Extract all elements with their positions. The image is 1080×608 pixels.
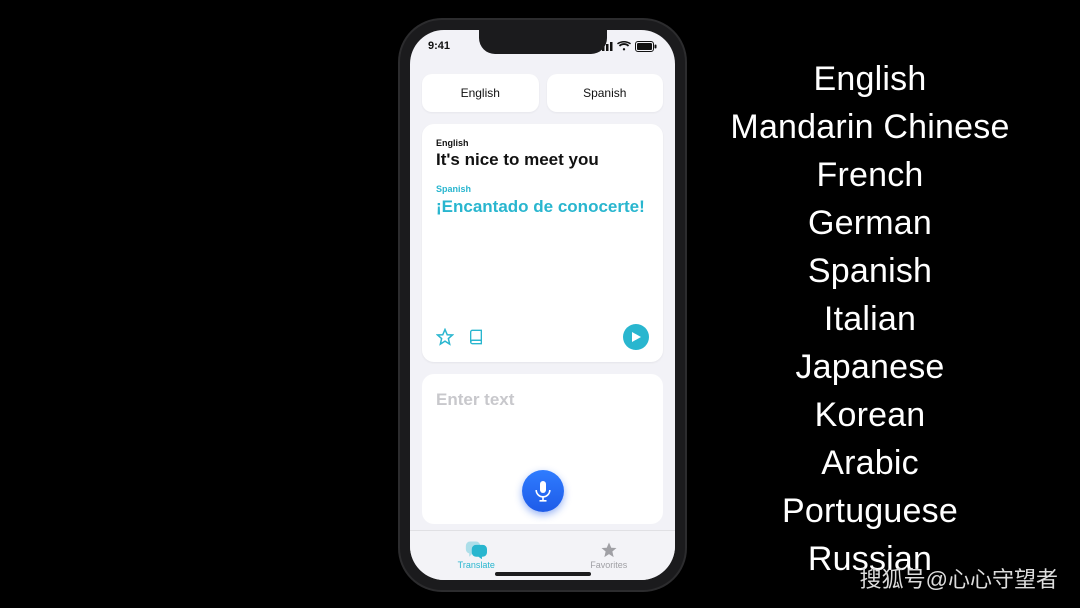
translated-text: ¡Encantado de conocerte! [436, 196, 649, 217]
tab-translate-label: Translate [458, 560, 495, 570]
target-language-button[interactable]: Spanish [547, 74, 664, 112]
tab-favorites-label: Favorites [590, 560, 627, 570]
source-language-label: English [436, 138, 649, 148]
wifi-icon [617, 41, 631, 51]
language-item: Italian [700, 295, 1040, 343]
home-indicator [495, 572, 591, 576]
play-icon [630, 331, 642, 343]
microphone-icon [534, 480, 552, 502]
source-language-button[interactable]: English [422, 74, 539, 112]
language-item: Mandarin Chinese [700, 103, 1040, 151]
status-time: 9:41 [428, 40, 450, 52]
text-input-card[interactable]: Enter text [422, 374, 663, 524]
language-item: Japanese [700, 343, 1040, 391]
translation-card: English It's nice to meet you Spanish ¡E… [422, 124, 663, 362]
language-item: Korean [700, 391, 1040, 439]
phone-mockup: 9:41 English Spanish English It's nice [400, 20, 685, 590]
translate-icon [465, 541, 487, 559]
source-text: It's nice to meet you [436, 150, 649, 170]
input-placeholder: Enter text [436, 390, 649, 410]
language-item: German [700, 199, 1040, 247]
language-item: Arabic [700, 439, 1040, 487]
language-item: French [700, 151, 1040, 199]
language-item: Spanish [700, 247, 1040, 295]
language-item: Portuguese [700, 487, 1040, 535]
target-language-label: Spanish [436, 184, 649, 194]
battery-icon [635, 41, 657, 52]
watermark-text: 搜狐号@心心守望者 [860, 562, 1058, 594]
dictionary-icon[interactable] [468, 328, 484, 346]
microphone-button[interactable] [522, 470, 564, 512]
supported-languages-list: English Mandarin Chinese French German S… [700, 55, 1040, 583]
play-audio-button[interactable] [623, 324, 649, 350]
phone-notch [479, 30, 607, 54]
star-icon [599, 541, 619, 559]
favorite-icon[interactable] [436, 328, 454, 346]
language-item: English [700, 55, 1040, 103]
